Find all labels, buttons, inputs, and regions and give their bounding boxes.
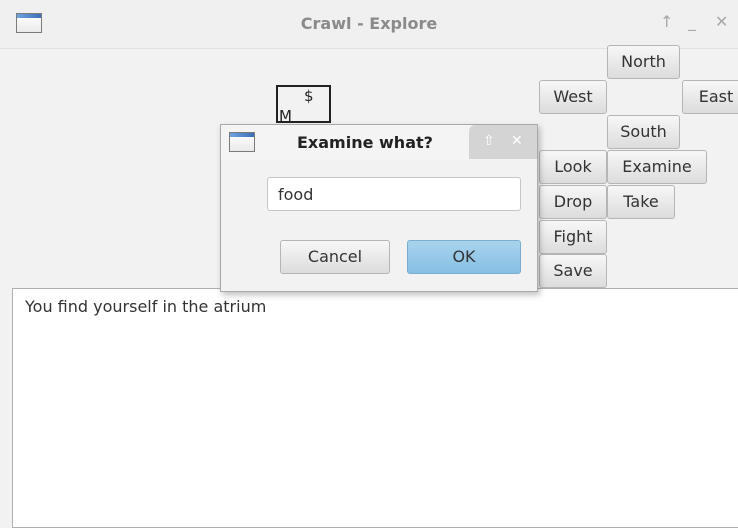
take-button[interactable]: Take xyxy=(607,185,675,219)
examine-dialog[interactable]: Examine what? ⇧ ✕ Cancel OK xyxy=(220,124,538,292)
examine-button[interactable]: Examine xyxy=(607,150,707,184)
map-room: $ M xyxy=(276,85,331,125)
dialog-controls: ⇧ ✕ xyxy=(469,125,537,159)
maximize-icon[interactable]: ↑ xyxy=(660,12,673,31)
cancel-button[interactable]: Cancel xyxy=(280,240,390,274)
dialog-close-icon[interactable]: ✕ xyxy=(511,133,523,149)
dialog-window-icon xyxy=(229,132,255,152)
close-icon[interactable]: ✕ xyxy=(715,12,728,31)
dialog-titlebar[interactable]: Examine what? ⇧ ✕ xyxy=(221,125,537,161)
window-title: Crawl - Explore xyxy=(300,14,438,33)
west-button[interactable]: West xyxy=(539,80,607,114)
fight-button[interactable]: Fight xyxy=(539,220,607,254)
save-button[interactable]: Save xyxy=(539,254,607,288)
minimize-icon[interactable]: _ xyxy=(688,12,696,31)
dialog-title: Examine what? xyxy=(297,133,433,152)
south-button[interactable]: South xyxy=(607,115,680,149)
dialog-maximize-icon[interactable]: ⇧ xyxy=(483,133,495,149)
east-button[interactable]: East xyxy=(682,80,738,114)
window-titlebar[interactable]: Crawl - Explore ↑ _ ✕ xyxy=(0,0,738,49)
room-item-marker: $ xyxy=(304,87,314,105)
message-log[interactable]: You find yourself in the atrium xyxy=(12,288,738,528)
north-button[interactable]: North xyxy=(607,45,680,79)
drop-button[interactable]: Drop xyxy=(539,185,607,219)
log-message: You find yourself in the atrium xyxy=(25,297,267,316)
examine-input[interactable] xyxy=(267,177,521,211)
look-button[interactable]: Look xyxy=(539,150,607,184)
ok-button[interactable]: OK xyxy=(407,240,521,274)
room-monster-marker: M xyxy=(279,107,292,125)
